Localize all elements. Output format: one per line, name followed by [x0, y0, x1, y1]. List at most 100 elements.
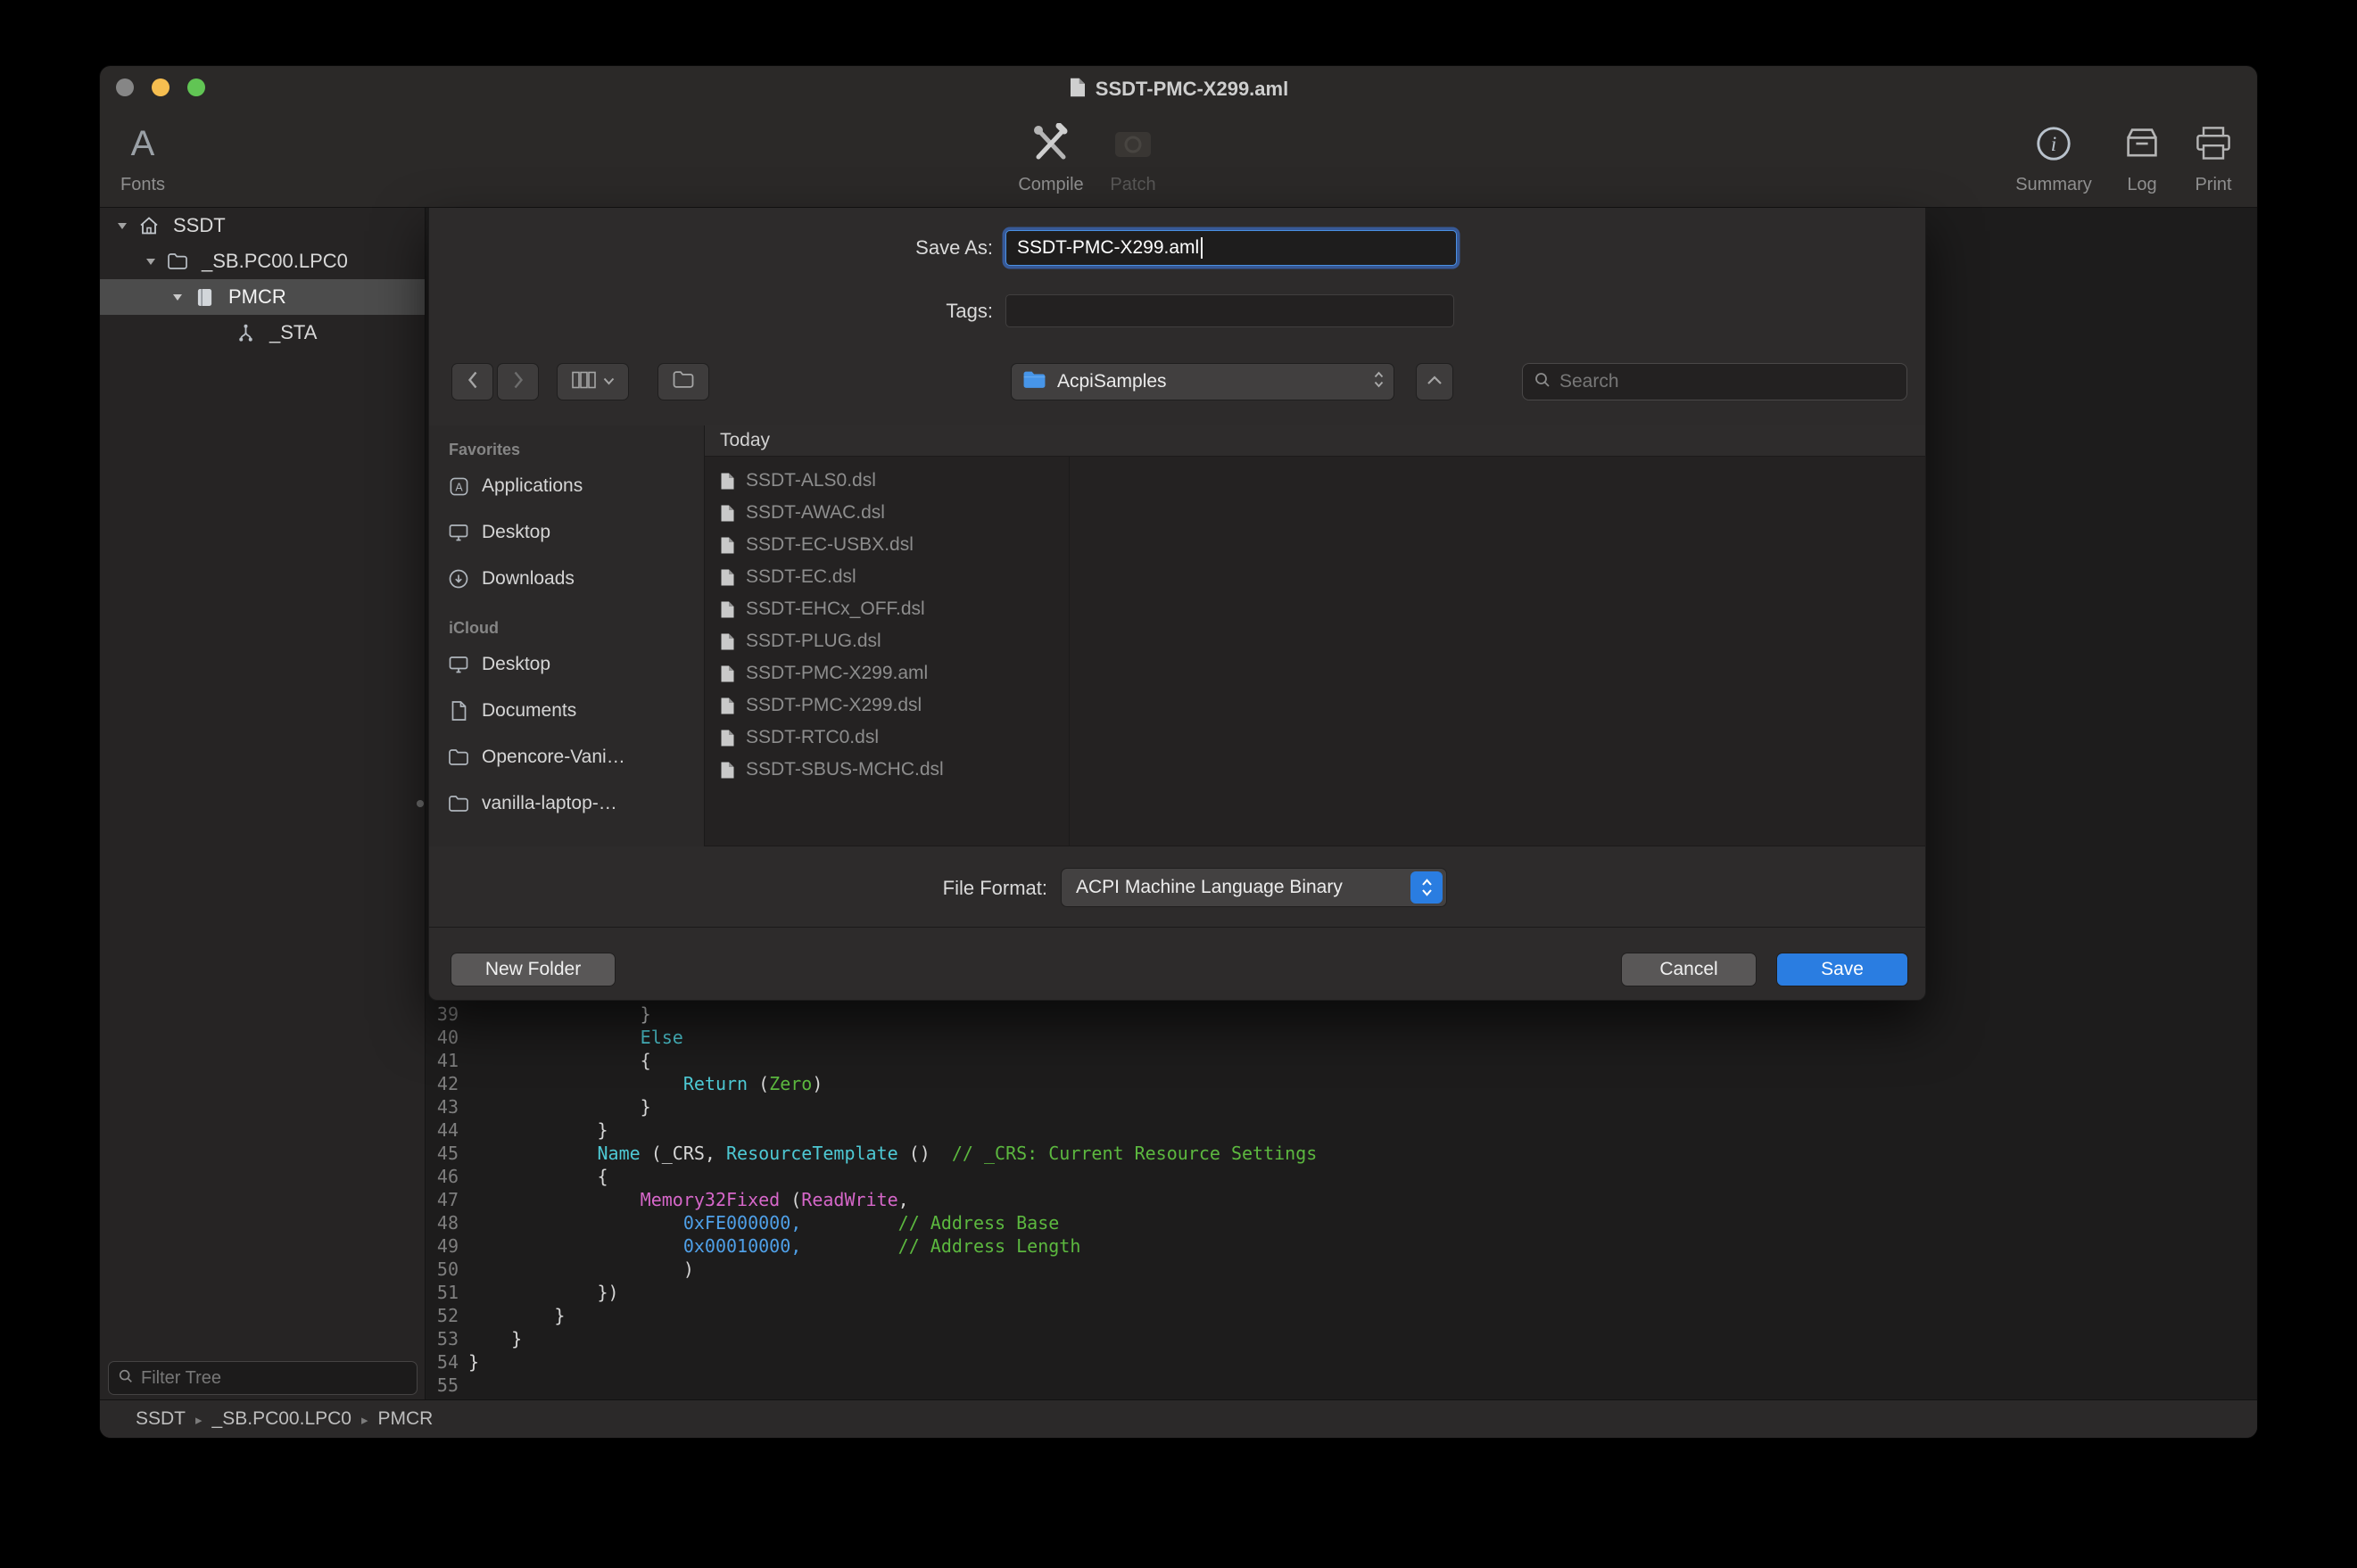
sidebar-item-desktop[interactable]: Desktop [429, 641, 704, 688]
line-number: 53 [426, 1327, 459, 1350]
window-title: SSDT-PMC-X299.aml [1096, 78, 1288, 101]
file-format-label: File Format: [780, 877, 1047, 900]
splitter-grip[interactable] [417, 800, 424, 807]
tree-item-sb-pc00-lpc0[interactable]: _SB.PC00.LPC0 [100, 243, 425, 279]
file-name: SSDT-PMC-X299.aml [746, 663, 928, 684]
save-button[interactable]: Save [1776, 953, 1908, 986]
sidebar-item-label: Desktop [482, 522, 550, 543]
file-row[interactable]: SSDT-ALS0.dsl [705, 465, 1069, 497]
file-format-popup[interactable]: ACPI Machine Language Binary [1061, 868, 1447, 907]
file-row[interactable]: SSDT-PMC-X299.aml [705, 657, 1069, 689]
folder-blue-icon [1022, 370, 1046, 394]
file-row[interactable]: SSDT-AWAC.dsl [705, 497, 1069, 529]
applications-icon: A [447, 476, 470, 497]
folder-popup-button[interactable] [657, 363, 709, 400]
parent-folder-button[interactable] [1416, 363, 1453, 400]
new-folder-button[interactable]: New Folder [451, 953, 616, 986]
sidebar-item-opencore-vani[interactable]: Opencore-Vani… [429, 734, 704, 780]
breadcrumb-item[interactable]: _SB.PC00.LPC0 [212, 1408, 351, 1429]
line-number: 49 [426, 1234, 459, 1258]
file-format-value: ACPI Machine Language Binary [1076, 877, 1410, 898]
code-line: 42 Return (Zero) [426, 1072, 1317, 1095]
forward-button[interactable] [497, 363, 539, 400]
print-button[interactable]: Print [2160, 118, 2257, 195]
code-line: 54} [426, 1350, 1317, 1374]
disclosure-triangle[interactable] [171, 293, 184, 301]
file-row[interactable]: SSDT-EC-USBX.dsl [705, 529, 1069, 561]
sidebar-item-applications[interactable]: A Applications [429, 463, 704, 509]
tree-item-pmcr[interactable]: PMCR [100, 279, 425, 315]
line-number: 42 [426, 1072, 459, 1095]
disclosure-triangle[interactable] [116, 221, 128, 230]
search-placeholder: Search [1559, 371, 1619, 392]
sidebar-item-downloads[interactable]: Downloads [429, 556, 704, 602]
file-name: SSDT-PLUG.dsl [746, 631, 881, 652]
file-row[interactable]: SSDT-EHCx_OFF.dsl [705, 593, 1069, 625]
code-line: 44 } [426, 1118, 1317, 1142]
filter-tree-input[interactable]: Filter Tree [108, 1361, 418, 1395]
save-as-label: Save As: [725, 236, 993, 260]
info-icon: i [2036, 118, 2072, 169]
sidebar-section-header: Favorites [429, 436, 704, 463]
breadcrumb-separator: ▸ [195, 1413, 203, 1428]
downloads-icon [447, 568, 470, 590]
document-icon [719, 600, 735, 619]
location-popup[interactable]: AcpiSamples [1011, 363, 1394, 400]
tree-item-ssdt[interactable]: SSDT [100, 208, 425, 243]
svg-text:A: A [455, 481, 463, 493]
chevron-left-icon [467, 370, 479, 394]
file-row[interactable]: SSDT-PLUG.dsl [705, 625, 1069, 657]
back-button[interactable] [451, 363, 493, 400]
location-label: AcpiSamples [1057, 371, 1362, 392]
line-number: 48 [426, 1211, 459, 1234]
group-header: Today [705, 425, 1925, 457]
popup-stepper-icon [1410, 871, 1443, 904]
line-number: 52 [426, 1304, 459, 1327]
sidebar-item-desktop[interactable]: Desktop [429, 509, 704, 556]
print-icon [2194, 118, 2233, 169]
patch-button[interactable]: Patch [1079, 118, 1187, 195]
file-row[interactable]: SSDT-EC.dsl [705, 561, 1069, 593]
desktop-icon [447, 654, 470, 675]
file-name: SSDT-ALS0.dsl [746, 470, 876, 491]
file-row[interactable]: SSDT-SBUS-MCHC.dsl [705, 754, 1069, 786]
tags-input[interactable] [1005, 294, 1454, 327]
disclosure-triangle[interactable] [145, 257, 157, 266]
cancel-button[interactable]: Cancel [1621, 953, 1757, 986]
sidebar-item-label: Documents [482, 700, 576, 722]
document-icon [719, 729, 735, 747]
line-number: 50 [426, 1258, 459, 1281]
breadcrumb-item[interactable]: SSDT [136, 1408, 186, 1429]
document-icon [719, 664, 735, 683]
code-line: 46 { [426, 1165, 1317, 1188]
breadcrumb-item[interactable]: PMCR [378, 1408, 434, 1429]
document-icon [719, 568, 735, 587]
fonts-button[interactable]: A Fonts [100, 118, 196, 195]
view-mode-button[interactable] [557, 363, 629, 400]
file-name: SSDT-EC.dsl [746, 566, 856, 588]
save-as-input[interactable]: SSDT-PMC-X299.aml [1005, 230, 1457, 266]
text-caret [1201, 237, 1203, 259]
sidebar-item-documents[interactable]: Documents [429, 688, 704, 734]
search-input[interactable]: Search [1522, 363, 1907, 400]
home-icon [136, 216, 162, 235]
tree-item-sta[interactable]: _STA [100, 315, 425, 351]
document-icon [719, 536, 735, 555]
code-line: 55 [426, 1374, 1317, 1397]
sidebar-item-label: Applications [482, 475, 583, 497]
code-line: 48 0xFE000000, // Address Base [426, 1211, 1317, 1234]
code-line: 51 }) [426, 1281, 1317, 1304]
code-line: 50 ) [426, 1258, 1317, 1281]
sidebar-item-label: Downloads [482, 568, 575, 590]
folder-icon [672, 370, 695, 393]
sidebar-item-label: vanilla-laptop-… [482, 793, 617, 814]
document-icon [719, 697, 735, 715]
patch-icon [1112, 118, 1154, 169]
updown-chevrons-icon [1373, 370, 1385, 393]
line-number: 41 [426, 1049, 459, 1072]
file-row[interactable]: SSDT-RTC0.dsl [705, 722, 1069, 754]
sidebar-item-label: Opencore-Vani… [482, 747, 625, 768]
file-row[interactable]: SSDT-PMC-X299.dsl [705, 689, 1069, 722]
sidebar-item-vanilla-laptop[interactable]: vanilla-laptop-… [429, 780, 704, 827]
file-name: SSDT-SBUS-MCHC.dsl [746, 759, 944, 780]
